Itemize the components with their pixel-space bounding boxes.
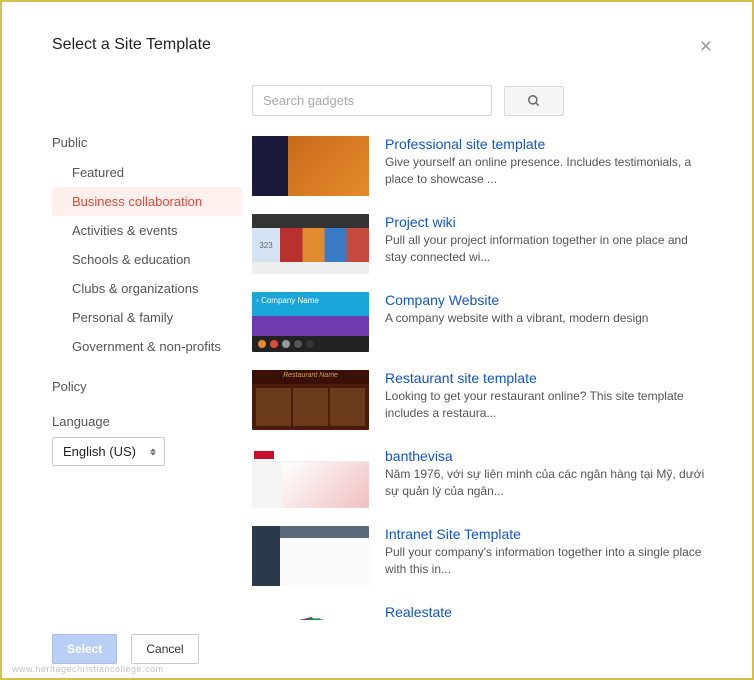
template-title[interactable]: Project wiki	[385, 214, 706, 232]
template-text: Intranet Site Template Pull your company…	[385, 526, 706, 586]
language-select[interactable]: English (US)	[52, 437, 165, 466]
template-text: Project wiki Pull all your project infor…	[385, 214, 706, 274]
sidebar-item-featured[interactable]: Featured	[52, 158, 242, 187]
template-thumbnail: Restaurant Name	[252, 370, 369, 430]
search-button[interactable]	[504, 86, 564, 116]
template-title[interactable]: Restaurant site template	[385, 370, 706, 388]
template-card[interactable]: banthevisa Năm 1976, với sự liên minh củ…	[252, 442, 706, 520]
sidebar-group-policy[interactable]: Policy	[52, 373, 242, 400]
template-text: Professional site template Give yourself…	[385, 136, 706, 196]
language-selected-value: English (US)	[63, 444, 136, 459]
template-title[interactable]: Realestate	[385, 604, 706, 620]
sidebar-item-schools-education[interactable]: Schools & education	[52, 245, 242, 274]
template-thumbnail	[252, 136, 369, 196]
close-icon: ×	[700, 35, 712, 58]
template-desc: A company website with a vibrant, modern…	[385, 310, 706, 327]
close-button[interactable]: ×	[700, 36, 712, 57]
main-panel: Professional site template Give yourself…	[252, 85, 712, 620]
template-card[interactable]: 323 Project wiki Pull all your project i…	[252, 208, 706, 286]
search-input[interactable]	[252, 85, 492, 116]
template-card[interactable]: Intranet Site Template Pull your company…	[252, 520, 706, 598]
template-text: Realestate	[385, 604, 706, 620]
template-text: Restaurant site template Looking to get …	[385, 370, 706, 430]
sidebar-group-public: Public	[52, 129, 242, 156]
template-thumbnail	[252, 526, 369, 586]
template-dialog: Select a Site Template × Public Featured…	[2, 2, 752, 678]
search-icon	[527, 94, 541, 108]
cancel-button[interactable]: Cancel	[131, 634, 198, 664]
sidebar-item-clubs-organizations[interactable]: Clubs & organizations	[52, 274, 242, 303]
dialog-title: Select a Site Template	[52, 36, 211, 54]
template-thumbnail: ◦ Company Name	[252, 292, 369, 352]
template-text: Company Website A company website with a…	[385, 292, 706, 352]
template-desc: Looking to get your restaurant online? T…	[385, 388, 706, 422]
template-title[interactable]: Professional site template	[385, 136, 706, 154]
template-desc: Năm 1976, với sự liên minh của các ngân …	[385, 466, 706, 500]
sort-icon	[150, 448, 156, 455]
template-card[interactable]: Realestate	[252, 598, 706, 620]
template-thumbnail	[252, 448, 369, 508]
template-title[interactable]: banthevisa	[385, 448, 706, 466]
language-label: Language	[52, 414, 242, 429]
template-desc: Give yourself an online presence. Includ…	[385, 154, 706, 188]
template-text: banthevisa Năm 1976, với sự liên minh củ…	[385, 448, 706, 508]
results-list[interactable]: Professional site template Give yourself…	[252, 130, 712, 620]
template-card[interactable]: Professional site template Give yourself…	[252, 130, 706, 208]
template-card[interactable]: ◦ Company Name Company Website A company…	[252, 286, 706, 364]
template-title[interactable]: Intranet Site Template	[385, 526, 706, 544]
watermark: www.heritagechristiancollege.com	[12, 664, 164, 674]
sidebar-item-business-collaboration[interactable]: Business collaboration	[52, 187, 242, 216]
sidebar-item-government-nonprofits[interactable]: Government & non-profits	[52, 332, 242, 361]
template-thumbnail	[252, 604, 369, 620]
sidebar-items: Featured Business collaboration Activiti…	[52, 158, 242, 361]
template-title[interactable]: Company Website	[385, 292, 706, 310]
dialog-header: Select a Site Template ×	[52, 36, 712, 85]
template-desc: Pull all your project information togeth…	[385, 232, 706, 266]
template-card[interactable]: Restaurant Name Restaurant site template…	[252, 364, 706, 442]
sidebar-item-activities-events[interactable]: Activities & events	[52, 216, 242, 245]
sidebar-item-personal-family[interactable]: Personal & family	[52, 303, 242, 332]
dialog-body: Public Featured Business collaboration A…	[52, 85, 712, 620]
template-desc: Pull your company's information together…	[385, 544, 706, 578]
search-row	[252, 85, 712, 130]
select-button[interactable]: Select	[52, 634, 117, 664]
template-thumbnail: 323	[252, 214, 369, 274]
sidebar: Public Featured Business collaboration A…	[52, 85, 252, 620]
